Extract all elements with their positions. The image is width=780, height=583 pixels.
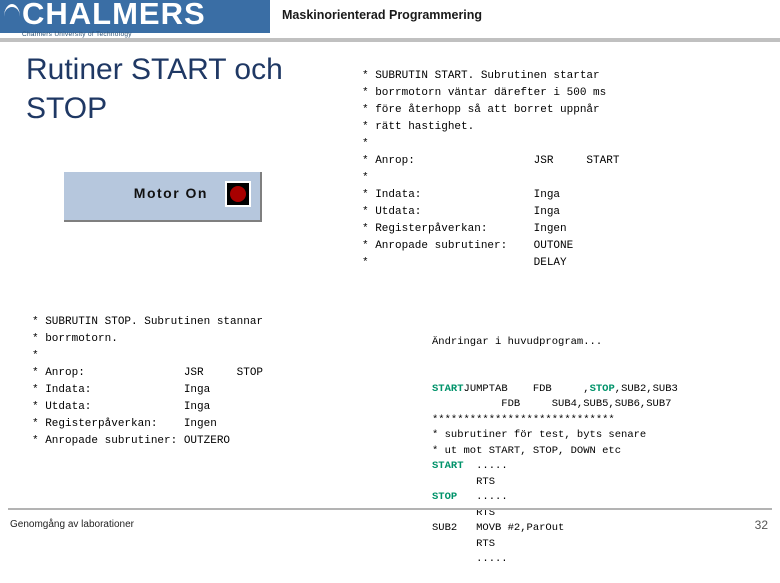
code-text: ..... bbox=[463, 460, 508, 472]
code-keyword: START bbox=[432, 382, 464, 395]
course-title: Maskinorienterad Programmering bbox=[282, 8, 483, 22]
code-text: ..... bbox=[457, 491, 508, 503]
led-icon bbox=[230, 186, 246, 202]
slide-header: CHALMERS Chalmers University of Technolo… bbox=[0, 0, 780, 42]
start-routine-comment-block: * SUBRUTIN START. Subrutinen startar * b… bbox=[362, 70, 620, 269]
code-line: SUB2 MOVB #2,ParOut bbox=[432, 521, 678, 537]
chalmers-wordmark: CHALMERS bbox=[22, 0, 206, 31]
code-text: ..... bbox=[432, 553, 508, 565]
code-line: * ut mot START, STOP, DOWN etc bbox=[432, 444, 678, 460]
code-line: ***************************** bbox=[432, 413, 678, 429]
code-text: JUMPTAB FDB bbox=[463, 382, 584, 395]
code-text: * ut mot START, STOP, DOWN etc bbox=[432, 444, 622, 457]
main-program-code-block: Ändringar i huvudprogram... STARTJUMPTAB… bbox=[432, 304, 678, 583]
code-text: * subrutiner för test, byts senare bbox=[432, 429, 647, 441]
code-line: RTS bbox=[432, 537, 678, 553]
page-title: Rutiner START och STOP bbox=[26, 53, 283, 125]
stop-routine-comment-block: * SUBRUTIN STOP. Subrutinen stannar * bo… bbox=[32, 316, 264, 447]
motor-led-indicator bbox=[225, 181, 251, 207]
header-divider bbox=[0, 38, 780, 42]
code-line: STOP ..... bbox=[432, 490, 678, 506]
code-line: STARTJUMPTAB FDB ,STOP,SUB2,SUB3 bbox=[432, 382, 678, 398]
chalmers-logo-subtitle: Chalmers University of Technology bbox=[22, 31, 132, 38]
motor-on-label: Motor On bbox=[133, 185, 208, 201]
code-text: ,SUB2,SUB3 bbox=[614, 382, 678, 395]
main-program-heading: Ändringar i huvudprogram... bbox=[432, 336, 603, 348]
motor-on-panel: Motor On bbox=[64, 172, 262, 222]
footer-label: Genomgång av laborationer bbox=[10, 519, 134, 530]
chalmers-swoosh-icon bbox=[4, 4, 20, 18]
chalmers-logo-block: CHALMERS bbox=[0, 0, 270, 33]
code-line: ..... bbox=[432, 552, 678, 568]
code-keyword: START bbox=[432, 460, 464, 472]
page-number: 32 bbox=[754, 518, 768, 532]
code-line: * subrutiner för test, byts senare bbox=[432, 428, 678, 444]
code-text: RTS bbox=[432, 475, 496, 488]
code-line: START ..... bbox=[432, 459, 678, 475]
code-keyword: STOP bbox=[589, 382, 615, 395]
code-line: FDB SUB4,SUB5,SUB6,SUB7 bbox=[432, 397, 678, 413]
code-line: RTS bbox=[432, 475, 678, 491]
code-keyword: STOP bbox=[432, 491, 458, 503]
code-text: ***************************** bbox=[432, 413, 615, 426]
code-text: SUB2 MOVB #2,ParOut bbox=[432, 522, 565, 534]
code-text: FDB SUB4,SUB5,SUB6,SUB7 bbox=[432, 398, 672, 410]
footer-divider bbox=[8, 508, 772, 510]
code-text: RTS bbox=[432, 537, 496, 550]
